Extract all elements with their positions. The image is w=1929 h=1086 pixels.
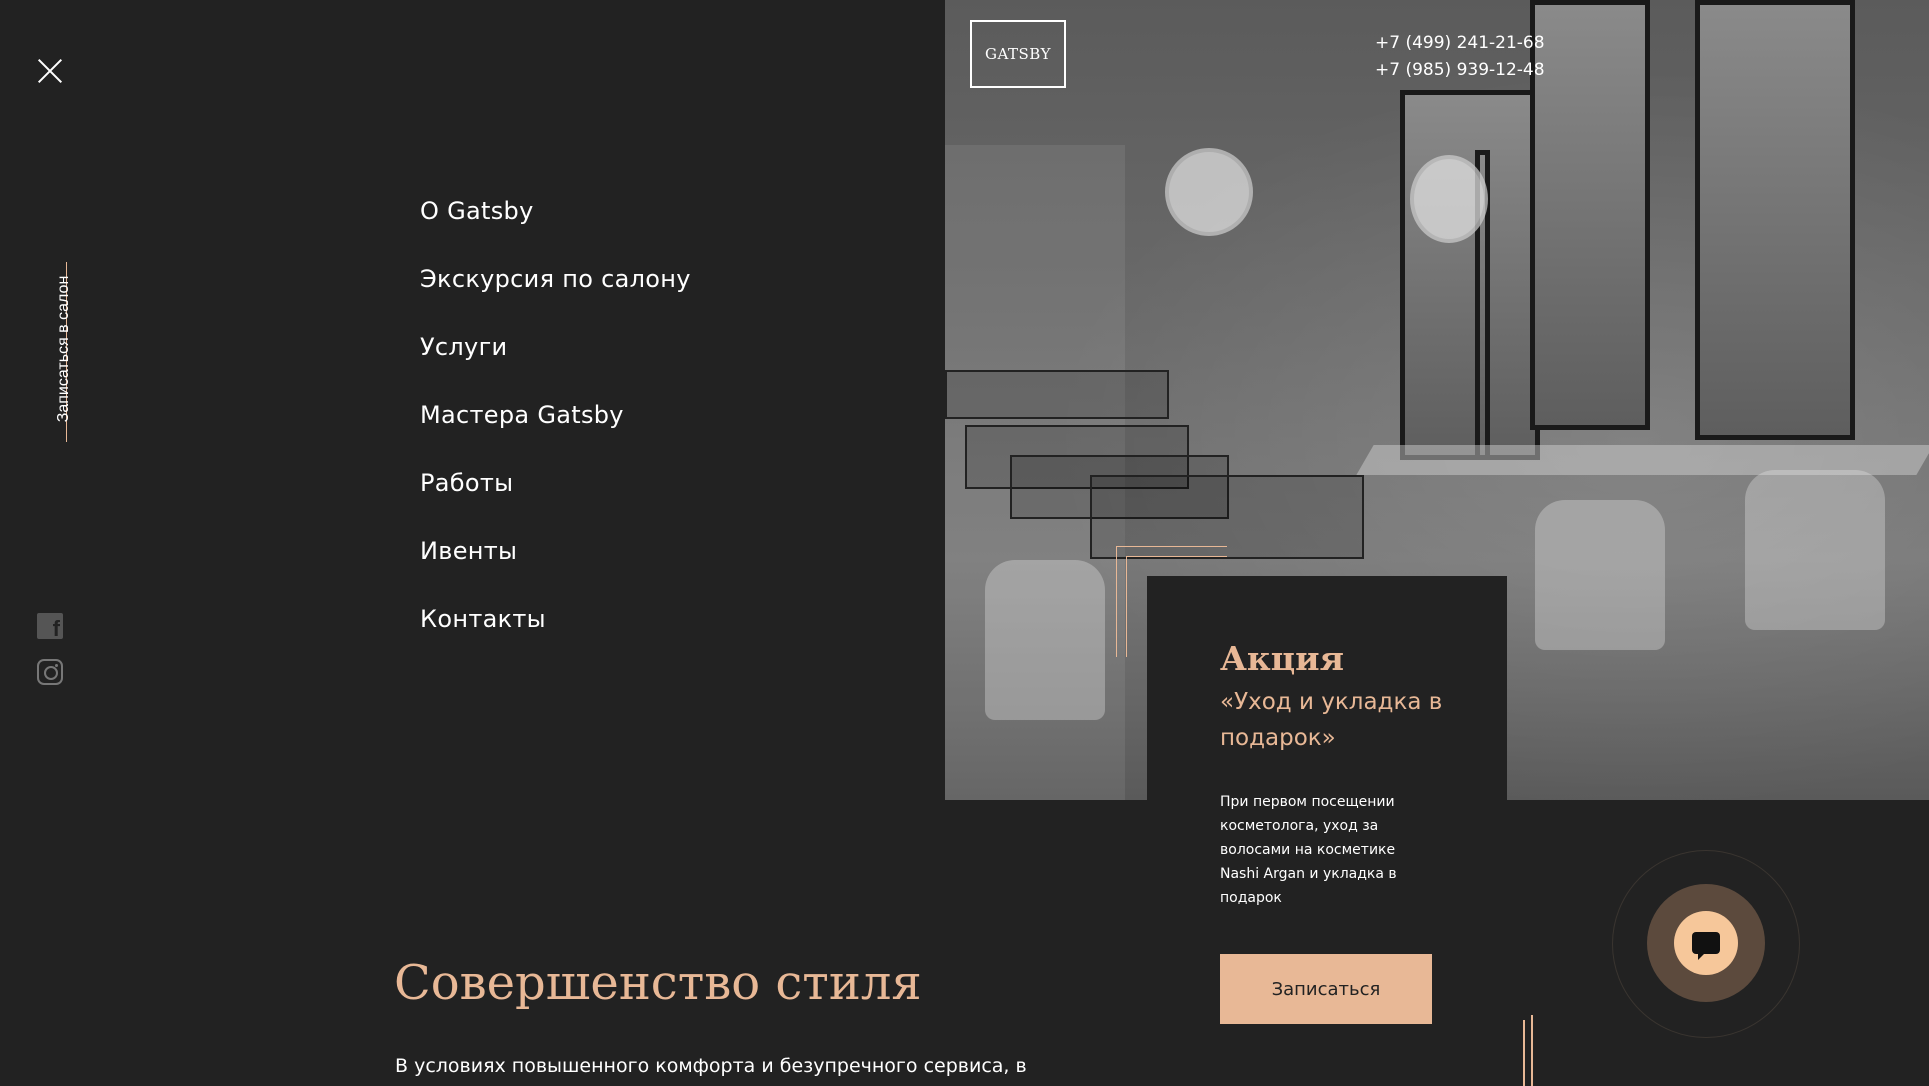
section-text: В условиях повышенного комфорта и безупр… — [395, 1055, 1027, 1077]
promo-description: При первом посещении косметолога, уход з… — [1220, 794, 1397, 906]
promo-card: Акция «Уход и укладка в подарок» При пер… — [1147, 576, 1507, 1086]
side-booking-link[interactable]: Записаться в салон — [40, 262, 72, 442]
nav-item-tour[interactable]: Экскурсия по салону — [420, 258, 691, 326]
main-navigation: О Gatsby Экскурсия по салону Услуги Маст… — [420, 190, 691, 666]
promo-signup-button[interactable]: Записаться — [1220, 954, 1432, 1024]
chat-inner — [1674, 911, 1738, 975]
instagram-icon[interactable] — [37, 659, 63, 685]
phone-list: +7 (499) 241-21-68 +7 (985) 939-12-48 — [1375, 30, 1545, 84]
section-title: Совершенство стиля — [394, 955, 922, 1011]
phone-link-1[interactable]: +7 (499) 241-21-68 — [1375, 30, 1545, 57]
decor-line-2 — [1531, 1015, 1533, 1086]
nav-item-masters[interactable]: Мастера Gatsby — [420, 394, 691, 462]
gatsby-logo[interactable]: GATSBY — [970, 20, 1066, 88]
decor-line-1 — [1523, 1020, 1525, 1086]
nav-item-works[interactable]: Работы — [420, 462, 691, 530]
close-menu-icon[interactable] — [37, 58, 63, 84]
nav-item-about[interactable]: О Gatsby — [420, 190, 691, 258]
promo-title: Акция — [1220, 639, 1344, 678]
nav-item-contacts[interactable]: Контакты — [420, 598, 691, 666]
chat-button[interactable] — [1647, 884, 1765, 1002]
nav-item-events[interactable]: Ивенты — [420, 530, 691, 598]
side-booking-label: Записаться в салон — [55, 275, 72, 423]
chat-bubble-icon — [1692, 932, 1720, 960]
page: Записаться в салон О Gatsby Экскурсия по… — [0, 0, 1929, 1086]
promo-subtitle: «Уход и укладка в подарок» — [1220, 689, 1443, 751]
facebook-icon[interactable] — [37, 613, 63, 642]
nav-item-services[interactable]: Услуги — [420, 326, 691, 394]
phone-link-2[interactable]: +7 (985) 939-12-48 — [1375, 57, 1545, 84]
menu-panel: Записаться в салон О Gatsby Экскурсия по… — [0, 0, 1027, 1086]
